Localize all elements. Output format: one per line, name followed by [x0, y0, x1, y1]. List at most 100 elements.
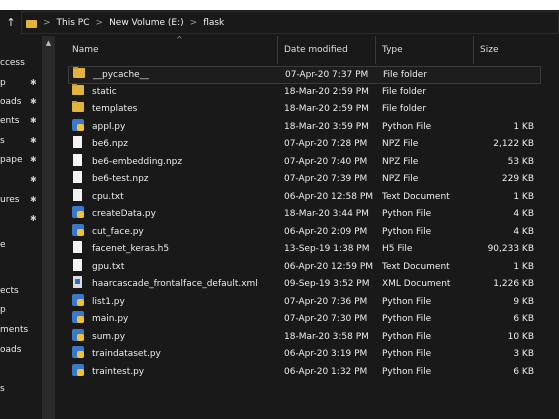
file-type: Python File	[382, 226, 432, 237]
list-item[interactable]: traintest.py 06-Apr-20 1:32 PM Python Fi…	[68, 363, 541, 382]
file-name: list1.py	[92, 296, 125, 307]
list-item[interactable]: static 18-Mar-20 2:59 PM File folder	[68, 83, 541, 102]
file-icon	[73, 188, 82, 201]
scroll-up-arrow-icon[interactable]: ▲	[42, 39, 55, 47]
file-date: 06-Apr-20 3:19 PM	[284, 349, 368, 359]
file-icon	[73, 171, 82, 183]
file-name: traindataset.py	[92, 349, 161, 359]
file-icon	[73, 136, 82, 148]
file-name: gpu.txt	[92, 261, 125, 272]
nav-item[interactable]: p	[0, 301, 40, 319]
xml-file-icon	[73, 276, 82, 288]
list-item[interactable]: templates 18-Mar-20 2:59 PM File folder	[68, 101, 541, 119]
file-type: Text Document	[382, 191, 450, 202]
file-size: 229 KB	[501, 174, 534, 184]
file-name-cell: templates	[72, 101, 276, 119]
file-icon	[73, 153, 82, 166]
column-header-type[interactable]: Type	[376, 36, 474, 64]
file-name: facenet_keras.h5	[92, 244, 170, 254]
folder-icon	[72, 101, 84, 112]
nav-item[interactable]: ccess	[0, 54, 40, 72]
file-size: 1 KB	[513, 191, 534, 202]
list-item[interactable]: gpu.txt 06-Apr-20 12:59 PM Text Document…	[68, 258, 541, 277]
breadcrumb[interactable]: > This PC > New Volume (E:) > flask	[21, 11, 559, 34]
file-type: File folder	[382, 104, 427, 114]
file-type: NPZ File	[382, 156, 419, 167]
list-item[interactable]: main.py 07-Apr-20 7:30 PM Python File 6 …	[68, 311, 541, 329]
up-arrow-icon[interactable]: ↑	[4, 16, 18, 29]
file-size: 2,122 KB	[493, 139, 534, 149]
file-name: static	[92, 86, 117, 97]
pin-icon: ✱	[30, 97, 37, 106]
nav-scrollbar[interactable]: ▲	[42, 36, 55, 419]
file-name: be6-test.npz	[92, 174, 149, 184]
nav-item[interactable]: e	[0, 236, 40, 254]
pin-icon: ✱	[30, 136, 37, 145]
chevron-right-icon[interactable]: >	[92, 18, 108, 28]
list-item[interactable]: haarcascade_frontalface_default.xml 09-S…	[68, 276, 541, 294]
folder-icon	[26, 19, 37, 28]
folder-icon	[72, 83, 84, 95]
column-header-name[interactable]: Name ^	[66, 35, 278, 64]
file-size: 1 KB	[513, 261, 534, 272]
python-file-icon	[72, 206, 84, 218]
breadcrumb-flask[interactable]: flask	[201, 18, 226, 28]
file-size: 4 KB	[513, 226, 534, 237]
file-date: 07-Apr-20 7:40 PM	[284, 156, 368, 167]
list-item[interactable]: be6.npz 07-Apr-20 7:28 PM NPZ File 2,122…	[68, 136, 541, 154]
file-date: 07-Apr-20 7:28 PM	[284, 139, 368, 149]
pin-icon: ✱	[30, 195, 37, 204]
column-header-row: Name ^ Date modified Type Size	[56, 35, 559, 64]
file-name-cell: be6.npz	[72, 136, 276, 154]
nav-item[interactable]: ects	[0, 282, 40, 300]
file-size: 3 KB	[513, 349, 534, 359]
file-size: 6 KB	[513, 366, 534, 377]
chevron-right-icon[interactable]: >	[39, 18, 55, 28]
nav-item[interactable]: ments	[0, 321, 40, 339]
pin-icon: ✱	[30, 214, 37, 223]
file-icon	[73, 258, 82, 271]
list-item[interactable]: list1.py 07-Apr-20 7:36 PM Python File 9…	[68, 293, 541, 312]
sort-ascending-icon: ^	[176, 35, 183, 44]
file-name: cut_face.py	[92, 226, 144, 237]
breadcrumb-this-pc[interactable]: This PC	[55, 18, 92, 28]
nav-item[interactable]: s	[0, 380, 40, 398]
nav-item[interactable]: oads	[0, 341, 40, 359]
list-item[interactable]: traindataset.py 06-Apr-20 3:19 PM Python…	[68, 346, 541, 364]
breadcrumb-new-volume[interactable]: New Volume (E:)	[107, 18, 186, 28]
file-size	[479, 67, 535, 85]
pin-icon: ✱	[30, 116, 37, 125]
list-item[interactable]: createData.py 18-Mar-20 3:44 PM Python F…	[68, 206, 541, 224]
python-file-icon	[72, 293, 84, 306]
list-item[interactable]: facenet_keras.h5 13-Sep-19 1:38 PM H5 Fi…	[68, 241, 541, 259]
file-date: 18-Mar-20 3:59 PM	[284, 121, 369, 132]
list-item[interactable]: appl.py 18-Mar-20 3:59 PM Python File 1 …	[68, 118, 541, 137]
file-name: be6-embedding.npz	[92, 156, 183, 167]
column-header-size[interactable]: Size	[474, 36, 554, 64]
list-item[interactable]: __pycache__ 07-Apr-20 7:37 PM File folde…	[68, 66, 541, 84]
file-name: appl.py	[92, 121, 126, 132]
file-date: 18-Mar-20 3:44 PM	[284, 209, 369, 219]
address-bar: ↑ > This PC > New Volume (E:) > flask	[0, 10, 559, 35]
list-item[interactable]: cut_face.py 06-Apr-20 2:09 PM Python Fil…	[68, 223, 541, 242]
chevron-right-icon[interactable]: >	[186, 18, 202, 28]
file-name-cell: traindataset.py	[72, 346, 276, 364]
file-date: 18-Mar-20 3:58 PM	[284, 331, 369, 342]
file-name-cell: createData.py	[72, 206, 276, 224]
list-item[interactable]: be6-test.npz 07-Apr-20 7:39 PM NPZ File …	[68, 171, 541, 189]
list-item[interactable]: sum.py 18-Mar-20 3:58 PM Python File 10 …	[68, 328, 541, 347]
column-header-date[interactable]: Date modified	[278, 36, 376, 64]
list-item[interactable]: be6-embedding.npz 07-Apr-20 7:40 PM NPZ …	[68, 153, 541, 172]
file-name: be6.npz	[92, 139, 128, 149]
pin-icon: ✱	[30, 155, 37, 164]
file-size: 10 KB	[507, 331, 534, 342]
file-size: 53 KB	[507, 156, 534, 167]
file-list: Name ^ Date modified Type Size __pycache…	[56, 35, 559, 419]
file-type: Python File	[382, 314, 432, 324]
file-size: 90,233 KB	[487, 244, 534, 254]
list-item[interactable]: cpu.txt 06-Apr-20 12:58 PM Text Document…	[68, 188, 541, 207]
file-name-cell: be6-test.npz	[72, 171, 276, 189]
file-size	[478, 84, 534, 102]
file-icon	[73, 241, 82, 253]
column-header-name-label: Name	[72, 45, 99, 55]
